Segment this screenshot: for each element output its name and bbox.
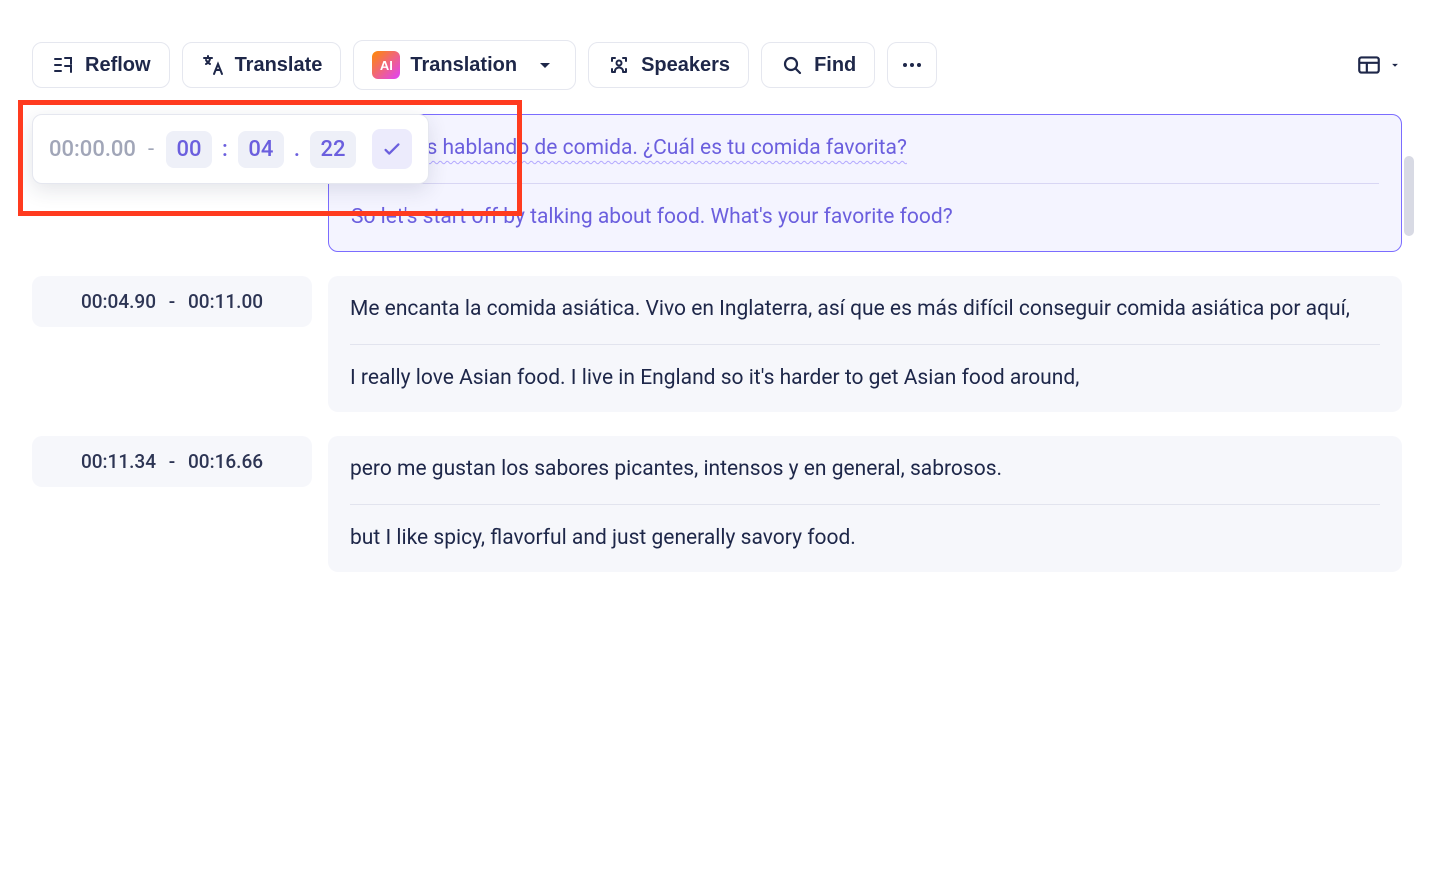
segment-source-text[interactable]: pecemos hablando de comida. ¿Cuál es tu … bbox=[351, 133, 1379, 165]
chevron-down-icon bbox=[1388, 58, 1402, 72]
segment-divider bbox=[351, 183, 1379, 184]
segment-divider bbox=[350, 344, 1380, 345]
time-editor-end-minutes[interactable]: 00 bbox=[166, 131, 212, 168]
transcript: 00:00.00 - 00:04. 22 pecemos hablando de … bbox=[32, 114, 1402, 572]
time-editor-end-seconds[interactable]: 04 bbox=[238, 131, 284, 168]
segment-body[interactable]: pero me gustan los sabores picantes, int… bbox=[328, 436, 1402, 572]
find-label: Find bbox=[814, 54, 856, 77]
more-horizontal-icon bbox=[900, 53, 924, 77]
reflow-icon bbox=[51, 53, 75, 77]
segment-translation-text[interactable]: I really love Asian food. I live in Engl… bbox=[350, 363, 1380, 395]
time-editor-dash: - bbox=[148, 137, 154, 162]
time-start: 00:11.34 bbox=[81, 450, 156, 473]
translate-icon bbox=[201, 53, 225, 77]
toolbar: Reflow Translate AI Translation bbox=[32, 40, 1402, 90]
segment-source-text[interactable]: pero me gustan los sabores picantes, int… bbox=[350, 454, 1380, 486]
find-button[interactable]: Find bbox=[761, 42, 875, 88]
reflow-button[interactable]: Reflow bbox=[32, 42, 170, 88]
speakers-icon bbox=[607, 53, 631, 77]
layout-icon bbox=[1356, 52, 1382, 78]
ai-badge-icon: AI bbox=[372, 51, 400, 79]
speakers-button[interactable]: Speakers bbox=[588, 42, 749, 88]
speakers-label: Speakers bbox=[641, 54, 730, 77]
segment-source-text[interactable]: Me encanta la comida asiática. Vivo en I… bbox=[350, 294, 1380, 326]
confirm-button[interactable] bbox=[372, 129, 412, 169]
segment-divider bbox=[350, 504, 1380, 505]
translation-dropdown[interactable]: AI Translation bbox=[353, 40, 576, 90]
time-end: 00:16.66 bbox=[188, 450, 263, 473]
time-editor[interactable]: 00:00.00 - 00 : 04 . 22 bbox=[32, 114, 429, 184]
layout-toggle[interactable] bbox=[1356, 52, 1402, 78]
segment-translation-text[interactable]: So let's start off by talking about food… bbox=[351, 202, 1379, 234]
check-icon bbox=[381, 138, 403, 160]
time-range[interactable]: 00:11.34 - 00:16.66 bbox=[32, 436, 312, 487]
translation-label: Translation bbox=[410, 54, 517, 77]
time-editor-start: 00:00.00 bbox=[49, 137, 136, 162]
dot-separator: . bbox=[294, 137, 300, 162]
segment-body[interactable]: Me encanta la comida asiática. Vivo en I… bbox=[328, 276, 1402, 412]
segment-row: 00:11.34 - 00:16.66 pero me gustan los s… bbox=[32, 436, 1402, 572]
chevron-down-icon bbox=[533, 53, 557, 77]
translate-label: Translate bbox=[235, 54, 323, 77]
time-start: 00:04.90 bbox=[81, 290, 156, 313]
translate-button[interactable]: Translate bbox=[182, 42, 342, 88]
reflow-label: Reflow bbox=[85, 54, 151, 77]
editor-container: Reflow Translate AI Translation bbox=[16, 16, 1418, 572]
time-end: 00:11.00 bbox=[188, 290, 263, 313]
segment-row: 00:04.90 - 00:11.00 Me encanta la comida… bbox=[32, 276, 1402, 412]
colon-separator: : bbox=[222, 137, 228, 162]
segment-translation-text[interactable]: but I like spicy, flavorful and just gen… bbox=[350, 523, 1380, 555]
time-editor-end-centiseconds[interactable]: 22 bbox=[310, 131, 356, 168]
scrollbar-thumb[interactable] bbox=[1404, 156, 1414, 236]
search-icon bbox=[780, 53, 804, 77]
more-button[interactable] bbox=[887, 42, 937, 88]
segment-body[interactable]: pecemos hablando de comida. ¿Cuál es tu … bbox=[328, 114, 1402, 252]
time-range[interactable]: 00:04.90 - 00:11.00 bbox=[32, 276, 312, 327]
